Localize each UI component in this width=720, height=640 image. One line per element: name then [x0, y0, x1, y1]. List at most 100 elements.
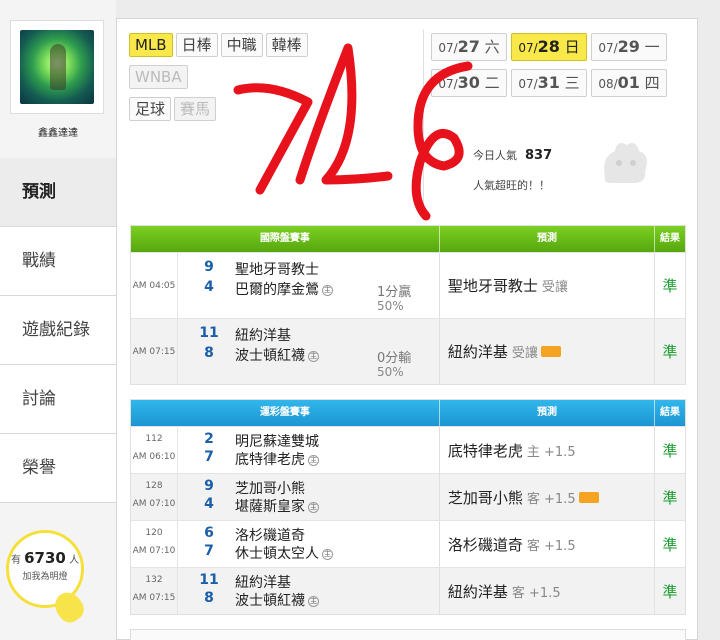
popularity: 今日人氣 837 人氣超旺的！！ — [473, 147, 693, 193]
spread-percent: 50% — [377, 299, 404, 313]
spread: 0分輸 — [377, 351, 412, 366]
mascot-icon — [604, 143, 647, 183]
home-score: 4 — [204, 496, 214, 512]
result: 準 — [662, 441, 678, 460]
away-score: 2 — [204, 431, 214, 447]
sport-tab-mlb[interactable]: MLB — [129, 33, 173, 57]
pick-team: 底特律老虎 — [447, 441, 523, 460]
fans-follow-text: 加我為明燈 — [22, 572, 68, 582]
game-code: 128 — [145, 481, 163, 491]
spread: 1分贏 — [377, 285, 412, 300]
game-time: AM 07:10 — [132, 499, 176, 509]
header-event: 運彩盤賽事 — [131, 400, 440, 426]
sport-tab-cpbl[interactable]: 中職 — [220, 33, 263, 57]
sport-tab-npb[interactable]: 日棒 — [175, 33, 218, 57]
away-score: 11 — [199, 325, 219, 341]
spread-percent: 50% — [377, 365, 404, 379]
result: 準 — [662, 277, 678, 295]
game-code: 120 — [145, 528, 163, 538]
date-0731[interactable]: 07/31 三 — [511, 69, 587, 97]
game-code: 132 — [145, 575, 163, 585]
away-score: 6 — [204, 525, 214, 541]
pick-team: 紐約洋基 — [447, 582, 508, 601]
home-score: 4 — [204, 279, 214, 295]
nav-item-record[interactable]: 戰績 — [0, 227, 116, 296]
header-event: 國際盤賽事 — [131, 226, 440, 252]
away-score: 9 — [204, 259, 214, 275]
home-score: 8 — [204, 590, 214, 606]
popularity-message: 人氣超旺的！！ — [473, 179, 550, 192]
lottery-table: 運彩盤賽事 預測 結果 112 AM 06:10 2 7 明尼蘇達雙城 底特律老… — [130, 399, 686, 615]
pick-team: 芝加哥小熊 — [447, 488, 523, 507]
game-code: 112 — [145, 434, 163, 444]
game-time: AM 07:10 — [132, 546, 176, 556]
away-team: 明尼蘇達雙城 — [235, 434, 319, 450]
sport-tab-wnba: WNBA — [129, 65, 188, 89]
away-team: 聖地牙哥教士 — [235, 262, 319, 278]
nav-item-discussion[interactable]: 討論 — [0, 365, 116, 434]
pick-sub: 客 +1.5 — [526, 538, 576, 554]
sport-tab-soccer[interactable]: 足球 — [129, 97, 172, 121]
header-result: 結果 — [660, 407, 681, 418]
lottery-table-header: 運彩盤賽事 預測 結果 — [131, 400, 685, 426]
avatar-image — [20, 30, 94, 104]
home-marker: 主 — [308, 595, 319, 607]
away-team: 芝加哥小熊 — [235, 481, 305, 497]
sidebar-nav: 預測 戰績 遊戲紀錄 討論 榮譽 — [0, 158, 116, 503]
avatar[interactable] — [10, 20, 104, 114]
pick-sub: 受讓 — [511, 346, 538, 361]
table-row[interactable]: AM 04:05 9 4 聖地牙哥教士 巴爾的摩金鶯主 1分贏 50% 聖地牙哥… — [131, 252, 685, 318]
home-team: 波士頓紅襪 — [235, 348, 305, 364]
intl-table: 國際盤賽事 預測 結果 AM 04:05 9 4 聖地牙哥教士 巴爾的摩金鶯主 … — [130, 225, 686, 385]
pick-sub: 受讓 — [541, 280, 568, 295]
game-time: AM 07:15 — [132, 593, 176, 603]
home-team: 巴爾的摩金鶯 — [235, 282, 319, 298]
sport-tab-kbo[interactable]: 韓棒 — [265, 33, 308, 57]
hot-badge-icon — [540, 346, 561, 357]
nav-item-honor[interactable]: 榮譽 — [0, 434, 116, 503]
game-time: AM 07:15 — [132, 347, 176, 357]
date-0729[interactable]: 07/29 一 — [591, 33, 667, 61]
home-team: 堪薩斯皇家 — [235, 499, 305, 515]
home-score: 8 — [204, 345, 214, 361]
header-prediction: 預測 — [440, 226, 656, 252]
date-0727[interactable]: 07/27 六 — [431, 33, 507, 61]
nav-item-predict[interactable]: 預測 — [0, 158, 116, 227]
table-row[interactable]: 128 AM 07:10 9 4 芝加哥小熊 堪薩斯皇家主 芝加哥小熊客 +1.… — [131, 473, 685, 520]
intl-table-header: 國際盤賽事 預測 結果 — [131, 226, 685, 252]
sport-filter: MLB 日棒 中職 韓棒 WNBA 足球 賽馬 — [129, 33, 329, 129]
date-picker: 07/27 六 07/28 日 07/29 一 07/30 二 07/31 三 08/0… — [431, 33, 691, 105]
fans-count: 6730 — [24, 549, 66, 567]
table-row[interactable]: 132 AM 07:15 11 8 紐約洋基 波士頓紅襪主 紐約洋基客 +1.5… — [131, 567, 685, 614]
bottom-bar — [130, 629, 686, 640]
pick-sub: 主 +1.5 — [526, 444, 576, 460]
date-0730[interactable]: 07/30 二 — [431, 69, 507, 97]
result: 準 — [662, 535, 678, 554]
sidebar: 鑫鑫達達 預測 戰績 遊戲紀錄 討論 榮譽 有 6730 人 加我為明燈 — [0, 0, 116, 640]
result: 準 — [662, 488, 678, 507]
result: 準 — [662, 343, 678, 361]
table-row[interactable]: 112 AM 06:10 2 7 明尼蘇達雙城 底特律老虎主 底特律老虎主 +1… — [131, 426, 685, 473]
away-score: 11 — [199, 572, 219, 588]
table-row[interactable]: 120 AM 07:10 6 7 洛杉磯道奇 休士頓太空人主 洛杉磯道奇客 +1… — [131, 520, 685, 567]
game-time: AM 04:05 — [132, 281, 176, 291]
username[interactable]: 鑫鑫達達 — [0, 124, 116, 139]
header-prediction: 預測 — [440, 400, 656, 426]
home-score: 7 — [204, 449, 214, 465]
game-time: AM 06:10 — [132, 452, 176, 462]
date-0801[interactable]: 08/01 四 — [591, 69, 667, 97]
header-result: 結果 — [660, 233, 681, 244]
date-0728[interactable]: 07/28 日 — [511, 33, 587, 61]
divider — [423, 29, 424, 219]
nav-item-game-log[interactable]: 遊戲紀錄 — [0, 296, 116, 365]
pick-sub: 客 +1.5 — [526, 491, 576, 507]
popularity-value: 837 — [525, 148, 553, 163]
fans-suffix: 人 — [69, 555, 80, 566]
home-score: 7 — [204, 543, 214, 559]
home-team: 波士頓紅襪 — [235, 593, 305, 609]
pick-team: 紐約洋基 — [447, 343, 508, 361]
popularity-label: 今日人氣 — [473, 149, 517, 162]
table-row[interactable]: AM 07:15 11 8 紐約洋基 波士頓紅襪主 0分輸 50% 紐約洋基 受讓… — [131, 318, 685, 384]
home-marker: 主 — [322, 548, 333, 560]
home-marker: 主 — [308, 350, 319, 362]
